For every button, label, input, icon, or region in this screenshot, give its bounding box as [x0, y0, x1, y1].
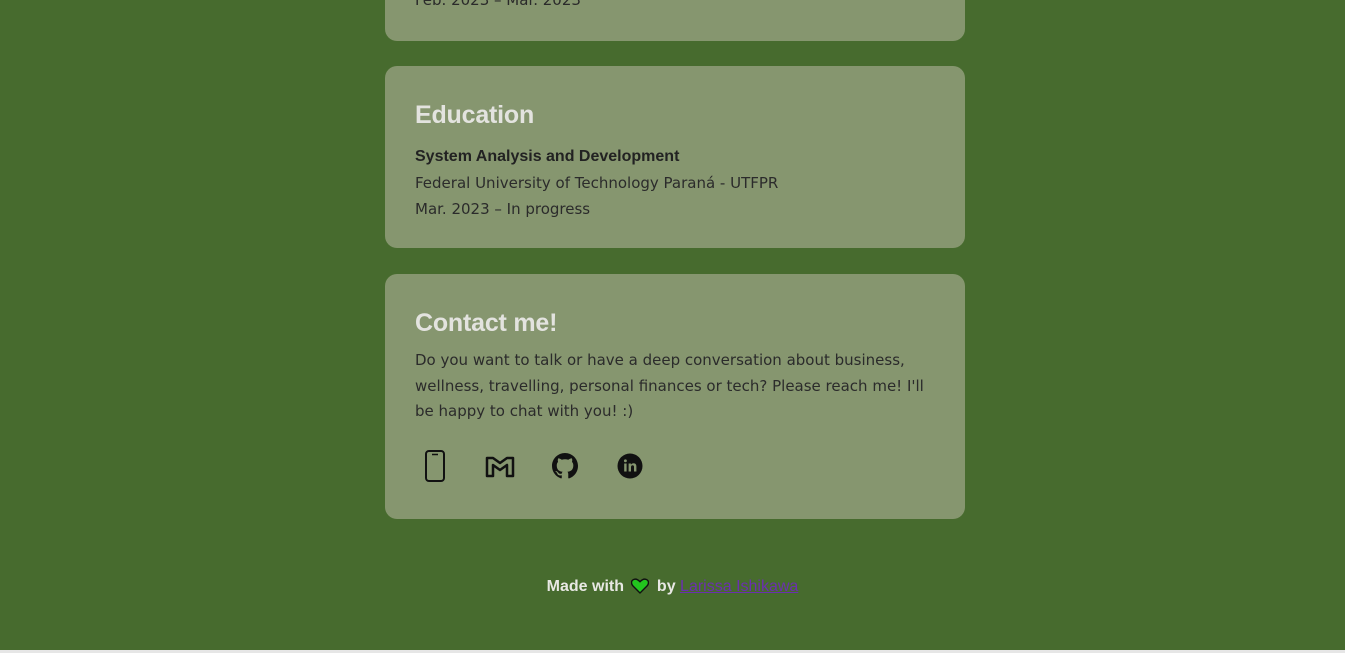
- linkedin-icon: [617, 453, 643, 479]
- gmail-link[interactable]: [480, 449, 520, 483]
- footer-by: by: [656, 578, 676, 595]
- education-card: Education System Analysis and Developmen…: [385, 66, 965, 248]
- footer-prefix: Made with: [546, 578, 625, 595]
- gmail-icon: [485, 456, 515, 478]
- heart-icon: [631, 578, 650, 601]
- education-institution: Federal University of Technology Paraná …: [415, 174, 779, 192]
- github-link[interactable]: [545, 449, 585, 483]
- github-icon: [552, 453, 578, 479]
- phone-link[interactable]: [415, 449, 455, 483]
- education-degree: System Analysis and Development: [415, 148, 680, 165]
- linkedin-link[interactable]: [610, 449, 650, 483]
- page: Feb. 2023 – Mar. 2023 Education System A…: [0, 0, 1345, 653]
- education-period: Mar. 2023 – In progress: [415, 200, 591, 218]
- experience-dates: Feb. 2023 – Mar. 2023: [415, 0, 581, 9]
- contact-description: Do you want to talk or have a deep conve…: [415, 351, 924, 420]
- education-title: Education: [415, 101, 535, 129]
- author-link[interactable]: Larissa Ishikawa: [680, 578, 798, 595]
- footer: Made with by Larissa Ishikawa: [0, 576, 1345, 601]
- experience-card: Feb. 2023 – Mar. 2023: [385, 0, 965, 41]
- phone-icon: [425, 450, 445, 482]
- contact-card: Contact me! Do you want to talk or have …: [385, 274, 965, 519]
- education-details: System Analysis and Development Federal …: [415, 144, 778, 222]
- contact-icons: [415, 449, 675, 483]
- contact-title: Contact me!: [415, 309, 558, 337]
